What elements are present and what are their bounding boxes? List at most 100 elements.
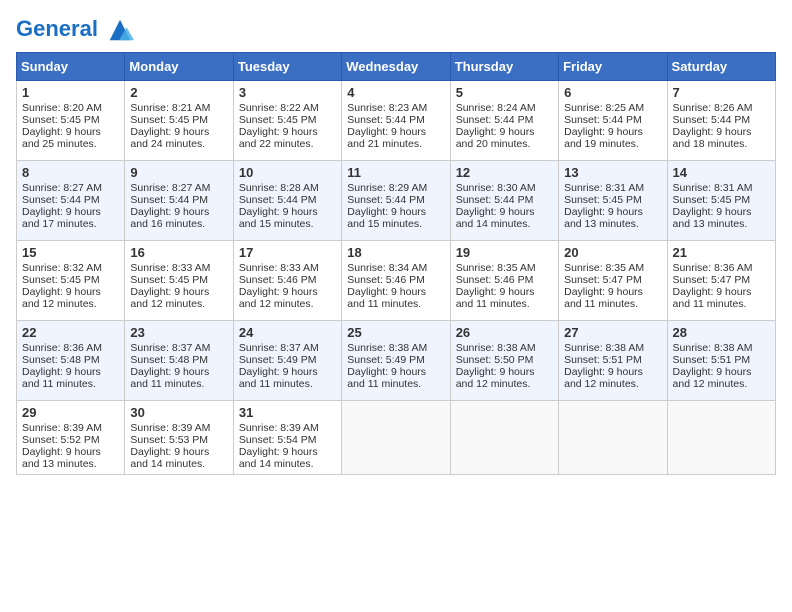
cell-line: Sunrise: 8:31 AM: [673, 182, 770, 194]
day-number: 31: [239, 405, 336, 420]
calendar-cell: 12Sunrise: 8:30 AMSunset: 5:44 PMDayligh…: [450, 161, 558, 241]
cell-line: Daylight: 9 hours: [564, 126, 661, 138]
cell-line: Sunrise: 8:38 AM: [673, 342, 770, 354]
cell-line: and 20 minutes.: [456, 138, 553, 150]
day-number: 18: [347, 245, 444, 260]
cell-line: Sunrise: 8:39 AM: [239, 422, 336, 434]
day-number: 20: [564, 245, 661, 260]
cell-line: Sunrise: 8:33 AM: [239, 262, 336, 274]
cell-line: Daylight: 9 hours: [673, 126, 770, 138]
day-number: 8: [22, 165, 119, 180]
cell-line: Sunset: 5:44 PM: [347, 114, 444, 126]
cell-line: and 24 minutes.: [130, 138, 227, 150]
col-header-thursday: Thursday: [450, 53, 558, 81]
calendar-cell: 9Sunrise: 8:27 AMSunset: 5:44 PMDaylight…: [125, 161, 233, 241]
cell-line: Sunrise: 8:37 AM: [239, 342, 336, 354]
cell-line: Sunset: 5:45 PM: [22, 274, 119, 286]
calendar-cell: [667, 401, 775, 475]
day-number: 4: [347, 85, 444, 100]
cell-line: and 11 minutes.: [673, 298, 770, 310]
cell-line: Sunrise: 8:32 AM: [22, 262, 119, 274]
cell-line: Sunset: 5:46 PM: [239, 274, 336, 286]
logo-text: General: [16, 16, 134, 44]
cell-line: Sunrise: 8:39 AM: [130, 422, 227, 434]
calendar-cell: 29Sunrise: 8:39 AMSunset: 5:52 PMDayligh…: [17, 401, 125, 475]
day-number: 28: [673, 325, 770, 340]
cell-line: and 17 minutes.: [22, 218, 119, 230]
cell-line: Sunset: 5:45 PM: [130, 274, 227, 286]
cell-line: Sunrise: 8:22 AM: [239, 102, 336, 114]
calendar-cell: 2Sunrise: 8:21 AMSunset: 5:45 PMDaylight…: [125, 81, 233, 161]
cell-line: and 11 minutes.: [22, 378, 119, 390]
calendar-cell: 23Sunrise: 8:37 AMSunset: 5:48 PMDayligh…: [125, 321, 233, 401]
cell-line: Sunrise: 8:38 AM: [456, 342, 553, 354]
cell-line: Daylight: 9 hours: [130, 286, 227, 298]
cell-line: and 14 minutes.: [239, 458, 336, 470]
calendar-cell: 20Sunrise: 8:35 AMSunset: 5:47 PMDayligh…: [559, 241, 667, 321]
calendar-cell: 25Sunrise: 8:38 AMSunset: 5:49 PMDayligh…: [342, 321, 450, 401]
cell-line: Sunrise: 8:26 AM: [673, 102, 770, 114]
calendar-header-row: SundayMondayTuesdayWednesdayThursdayFrid…: [17, 53, 776, 81]
day-number: 7: [673, 85, 770, 100]
cell-line: Sunset: 5:45 PM: [239, 114, 336, 126]
cell-line: Daylight: 9 hours: [564, 366, 661, 378]
cell-line: Daylight: 9 hours: [347, 286, 444, 298]
cell-line: Daylight: 9 hours: [347, 366, 444, 378]
calendar-cell: [342, 401, 450, 475]
day-number: 2: [130, 85, 227, 100]
cell-line: Daylight: 9 hours: [239, 446, 336, 458]
calendar-cell: 24Sunrise: 8:37 AMSunset: 5:49 PMDayligh…: [233, 321, 341, 401]
calendar-cell: 3Sunrise: 8:22 AMSunset: 5:45 PMDaylight…: [233, 81, 341, 161]
cell-line: Daylight: 9 hours: [239, 366, 336, 378]
cell-line: Sunset: 5:51 PM: [673, 354, 770, 366]
cell-line: and 11 minutes.: [239, 378, 336, 390]
day-number: 17: [239, 245, 336, 260]
cell-line: Sunrise: 8:23 AM: [347, 102, 444, 114]
cell-line: Sunset: 5:48 PM: [130, 354, 227, 366]
day-number: 30: [130, 405, 227, 420]
cell-line: and 12 minutes.: [673, 378, 770, 390]
calendar-cell: 19Sunrise: 8:35 AMSunset: 5:46 PMDayligh…: [450, 241, 558, 321]
cell-line: Sunrise: 8:39 AM: [22, 422, 119, 434]
cell-line: Sunset: 5:44 PM: [347, 194, 444, 206]
cell-line: Sunset: 5:53 PM: [130, 434, 227, 446]
cell-line: Sunset: 5:49 PM: [347, 354, 444, 366]
cell-line: Daylight: 9 hours: [22, 446, 119, 458]
calendar-table: SundayMondayTuesdayWednesdayThursdayFrid…: [16, 52, 776, 475]
cell-line: Daylight: 9 hours: [130, 366, 227, 378]
day-number: 29: [22, 405, 119, 420]
calendar-cell: 21Sunrise: 8:36 AMSunset: 5:47 PMDayligh…: [667, 241, 775, 321]
cell-line: and 13 minutes.: [22, 458, 119, 470]
day-number: 27: [564, 325, 661, 340]
day-number: 3: [239, 85, 336, 100]
cell-line: and 19 minutes.: [564, 138, 661, 150]
cell-line: Sunrise: 8:35 AM: [564, 262, 661, 274]
col-header-sunday: Sunday: [17, 53, 125, 81]
cell-line: and 12 minutes.: [130, 298, 227, 310]
cell-line: Daylight: 9 hours: [673, 366, 770, 378]
day-number: 15: [22, 245, 119, 260]
cell-line: and 12 minutes.: [564, 378, 661, 390]
cell-line: and 22 minutes.: [239, 138, 336, 150]
calendar-cell: 13Sunrise: 8:31 AMSunset: 5:45 PMDayligh…: [559, 161, 667, 241]
calendar-cell: 11Sunrise: 8:29 AMSunset: 5:44 PMDayligh…: [342, 161, 450, 241]
cell-line: and 12 minutes.: [22, 298, 119, 310]
cell-line: Daylight: 9 hours: [22, 366, 119, 378]
cell-line: Sunrise: 8:38 AM: [347, 342, 444, 354]
cell-line: Sunrise: 8:35 AM: [456, 262, 553, 274]
calendar-cell: 10Sunrise: 8:28 AMSunset: 5:44 PMDayligh…: [233, 161, 341, 241]
calendar-cell: 5Sunrise: 8:24 AMSunset: 5:44 PMDaylight…: [450, 81, 558, 161]
cell-line: Daylight: 9 hours: [130, 206, 227, 218]
cell-line: Daylight: 9 hours: [22, 206, 119, 218]
calendar-cell: 31Sunrise: 8:39 AMSunset: 5:54 PMDayligh…: [233, 401, 341, 475]
day-number: 10: [239, 165, 336, 180]
cell-line: Sunrise: 8:28 AM: [239, 182, 336, 194]
cell-line: and 15 minutes.: [239, 218, 336, 230]
calendar-cell: 17Sunrise: 8:33 AMSunset: 5:46 PMDayligh…: [233, 241, 341, 321]
cell-line: Sunrise: 8:24 AM: [456, 102, 553, 114]
cell-line: Sunset: 5:44 PM: [564, 114, 661, 126]
cell-line: Daylight: 9 hours: [564, 206, 661, 218]
cell-line: Sunset: 5:45 PM: [130, 114, 227, 126]
cell-line: Sunset: 5:44 PM: [673, 114, 770, 126]
col-header-monday: Monday: [125, 53, 233, 81]
